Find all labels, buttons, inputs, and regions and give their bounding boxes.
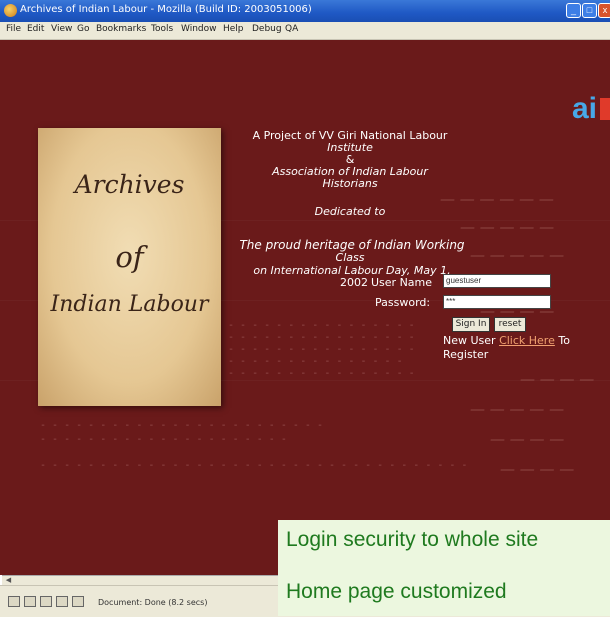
project-line-7: The proud heritage of Indian Working: [239, 238, 465, 252]
book-title-of: of: [115, 240, 144, 274]
project-line-10: 2002: [340, 276, 368, 289]
password-label: Password:: [375, 296, 431, 309]
page-content: — — — — — — — — — — — — — — — — — — — — …: [0, 40, 610, 575]
mail-icon[interactable]: [24, 596, 36, 607]
to-label: To: [554, 334, 570, 347]
minimize-button[interactable]: _: [566, 3, 581, 18]
status-text: Document: Done (8.2 secs): [98, 598, 208, 607]
book-title-indian-labour: Indian Labour: [50, 292, 209, 317]
close-button[interactable]: x: [598, 3, 610, 18]
address-book-icon[interactable]: [56, 596, 68, 607]
project-line-5: Historians: [322, 177, 378, 190]
username-label: User Name: [371, 276, 433, 289]
site-logo: ai: [572, 92, 598, 125]
scroll-left-icon[interactable]: ◀: [4, 576, 13, 585]
project-line-6: Dedicated to: [314, 205, 386, 218]
composer-icon[interactable]: [40, 596, 52, 607]
window-title: Archives of Indian Labour - Mozilla (Bui…: [20, 4, 312, 15]
mozilla-icon: [4, 4, 17, 17]
menu-bookmarks[interactable]: Bookmarks: [96, 24, 146, 34]
irc-chat-icon[interactable]: [72, 596, 84, 607]
menu-qa[interactable]: QA: [285, 24, 298, 34]
maximize-button[interactable]: □: [582, 3, 597, 18]
menu-tools[interactable]: Tools: [151, 24, 173, 34]
reset-button[interactable]: reset: [494, 317, 526, 332]
book-title-archives: Archives: [74, 170, 185, 199]
signin-button[interactable]: Sign In: [452, 317, 490, 332]
menu-edit[interactable]: Edit: [27, 24, 44, 34]
click-here-link[interactable]: Click Here: [499, 334, 555, 347]
menu-window[interactable]: Window: [181, 24, 217, 34]
menu-help[interactable]: Help: [223, 24, 244, 34]
navigator-icon[interactable]: [8, 596, 20, 607]
menu-debug[interactable]: Debug: [252, 24, 282, 34]
new-user-text: New User Click Here To: [443, 334, 570, 347]
menu-bar: File Edit View Go Bookmarks Tools Window…: [0, 22, 610, 40]
window-titlebar[interactable]: Archives of Indian Labour - Mozilla (Bui…: [0, 0, 610, 22]
annotation-overlay: Login security to whole site Home page c…: [278, 520, 610, 616]
menu-go[interactable]: Go: [77, 24, 89, 34]
annotation-line-2: Home page customized: [286, 580, 507, 603]
project-line-8: Class: [335, 251, 365, 264]
site-logo-mark: [600, 98, 610, 120]
new-user-label: New User: [443, 334, 500, 347]
menu-view[interactable]: View: [51, 24, 72, 34]
menu-file[interactable]: File: [6, 24, 21, 34]
register-text: Register: [443, 348, 489, 361]
password-field[interactable]: ***: [443, 295, 551, 309]
annotation-line-1: Login security to whole site: [286, 528, 539, 551]
username-field[interactable]: guestuser: [443, 274, 551, 288]
archives-book-cover: Archives of Indian Labour: [38, 128, 221, 406]
